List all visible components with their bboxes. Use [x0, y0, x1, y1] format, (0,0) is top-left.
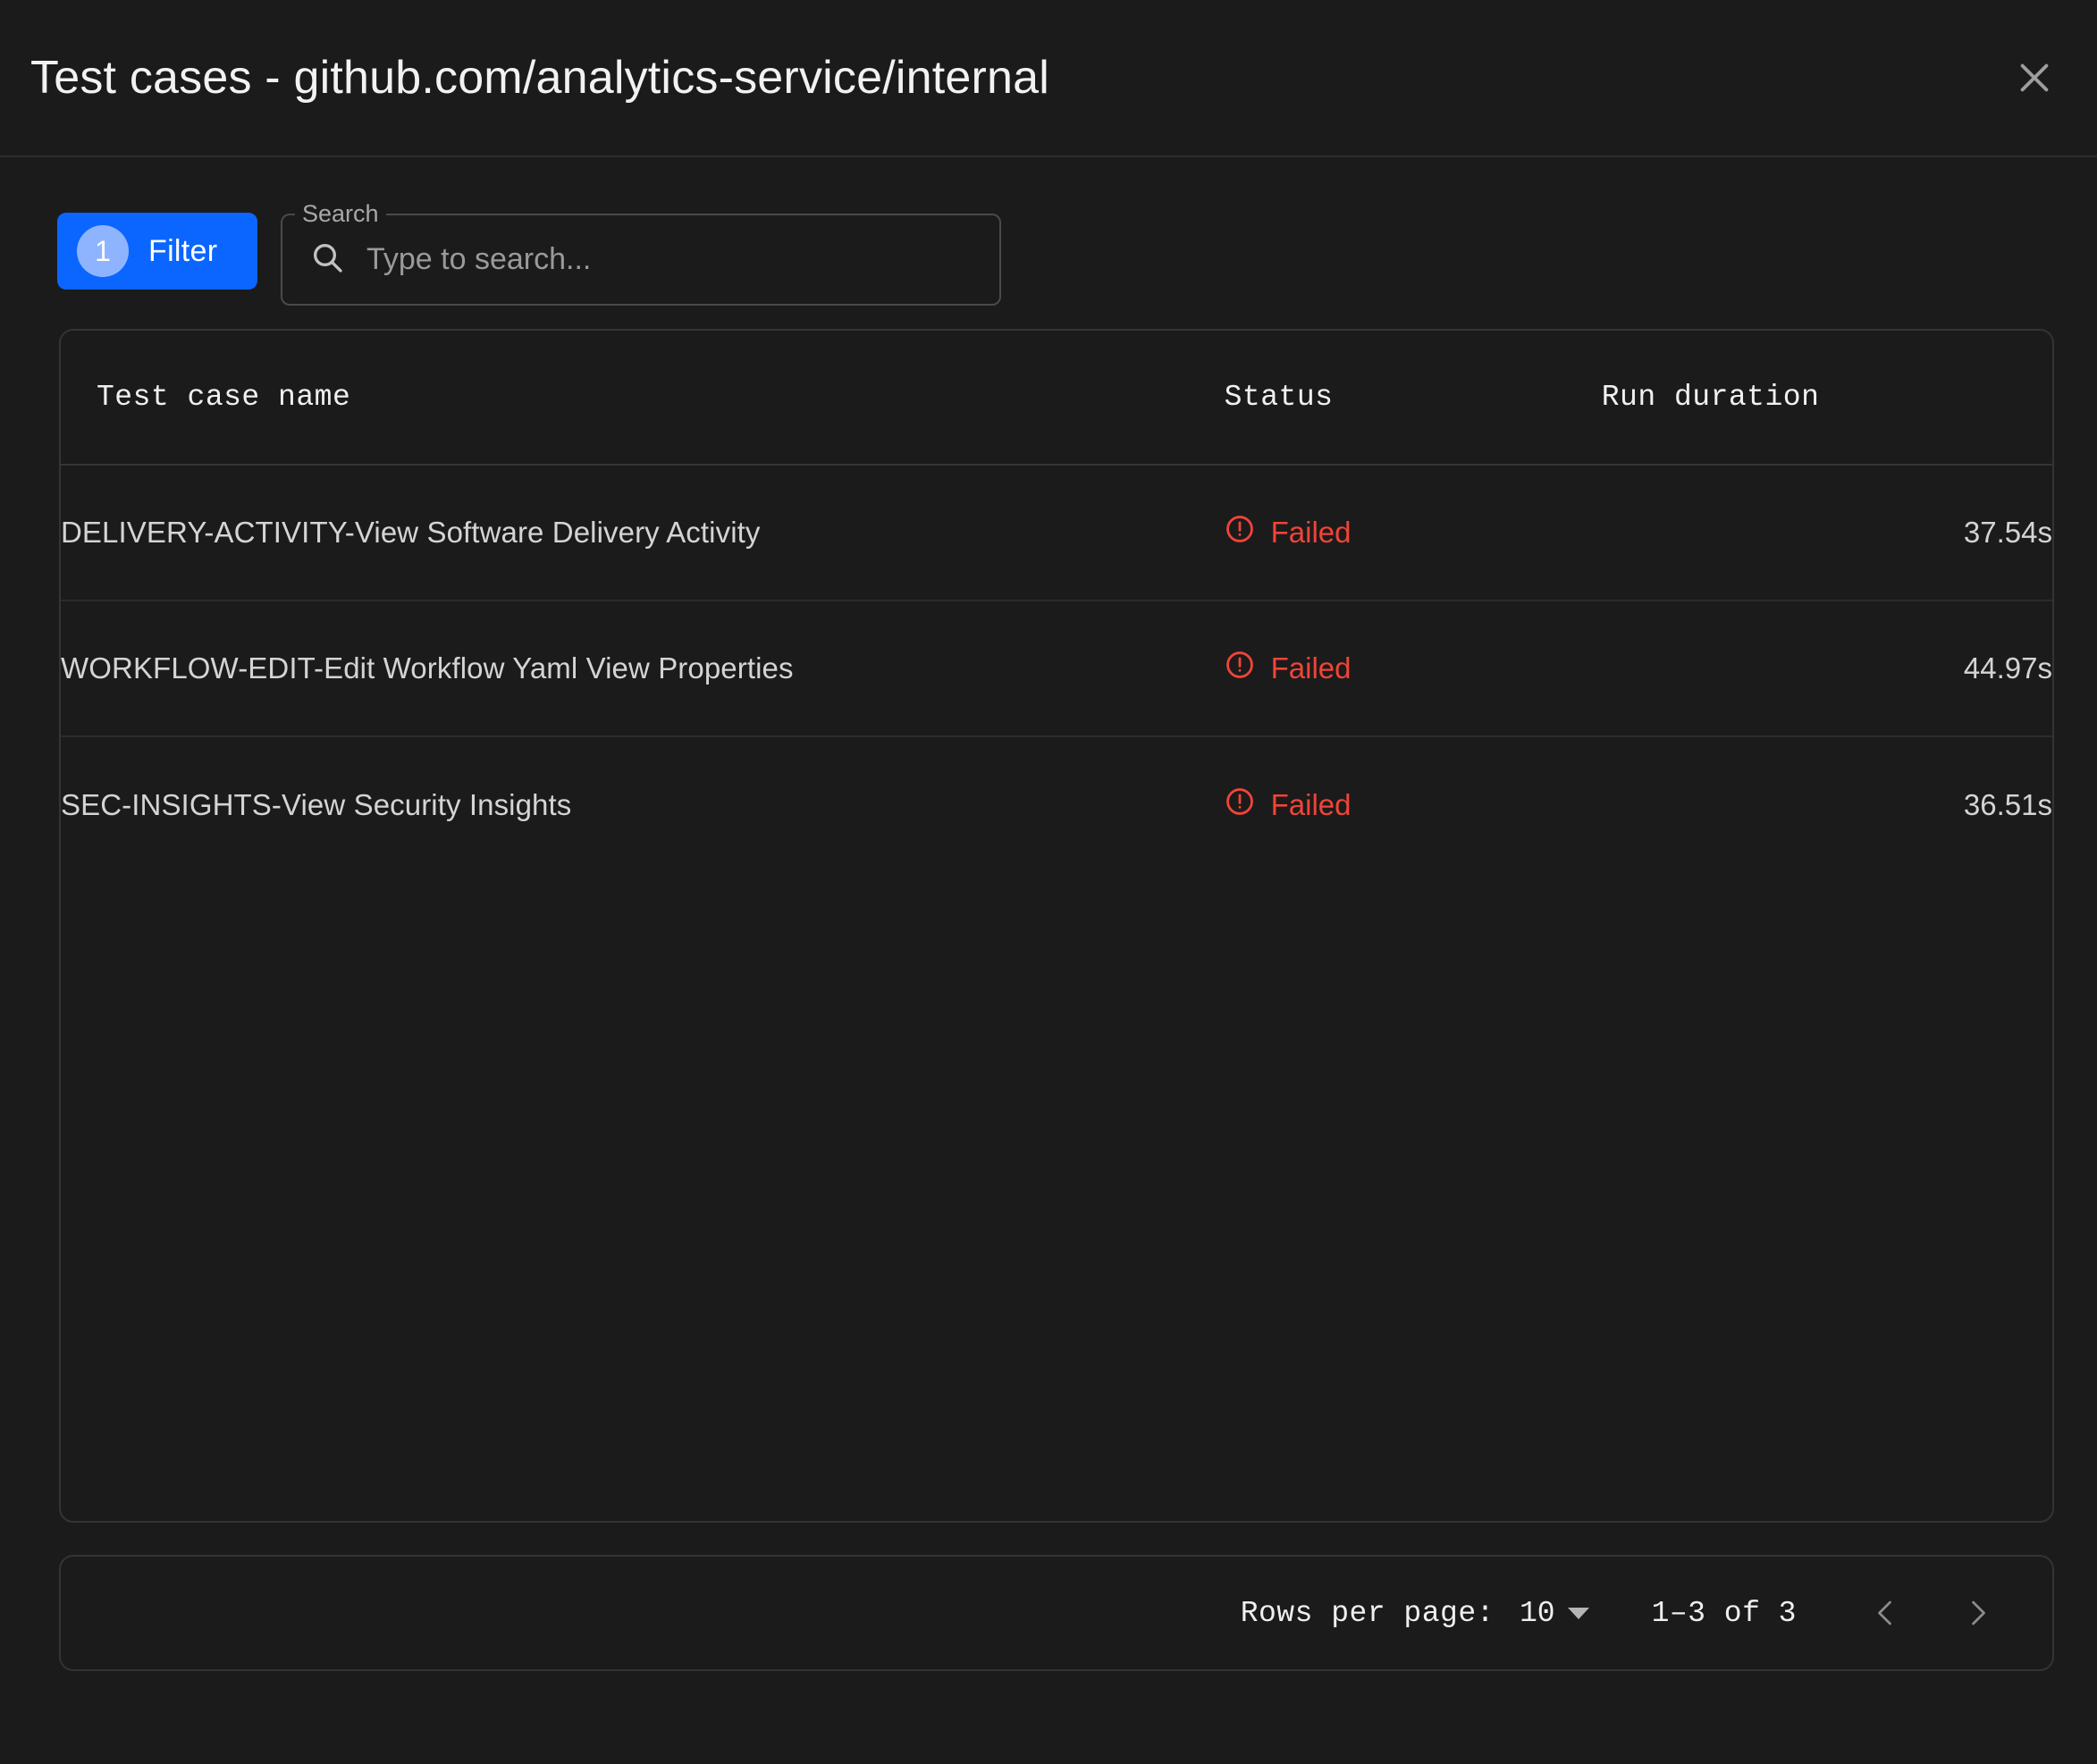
- test-cases-table-card: Test case name Status Run duration DELIV…: [59, 329, 2054, 1523]
- search-field: Search: [281, 213, 1001, 306]
- cell-test-case-name: WORKFLOW-EDIT-Edit Workflow Yaml View Pr…: [61, 601, 1225, 736]
- status-badge: Failed: [1271, 651, 1352, 685]
- chevron-down-icon: [1568, 1608, 1589, 1619]
- filter-count-badge: 1: [77, 225, 129, 277]
- search-input[interactable]: [366, 242, 976, 277]
- previous-page-button[interactable]: [1854, 1581, 1918, 1645]
- dialog-header: Test cases - github.com/analytics-servic…: [0, 0, 2097, 157]
- pagination-bar: Rows per page: 10 1–3 of 3: [59, 1555, 2054, 1671]
- status-badge: Failed: [1271, 516, 1352, 550]
- test-cases-dialog: Test cases - github.com/analytics-servic…: [0, 0, 2097, 1764]
- close-icon: [2014, 57, 2055, 98]
- table-head: Test case name Status Run duration: [61, 331, 2052, 465]
- cell-test-case-name: DELIVERY-ACTIVITY-View Software Delivery…: [61, 465, 1225, 601]
- page-title: Test cases - github.com/analytics-servic…: [30, 50, 1049, 105]
- view-log-link[interactable]: View log: [2052, 651, 2054, 685]
- test-cases-table: Test case name Status Run duration DELIV…: [61, 331, 2052, 872]
- column-header-status[interactable]: Status: [1225, 331, 1602, 465]
- view-log-link[interactable]: View log: [2052, 516, 2054, 549]
- rows-per-page-value: 10: [1520, 1597, 1555, 1630]
- chevron-left-icon: [1870, 1597, 1902, 1629]
- pagination-range-label: 1–3 of 3: [1652, 1597, 1797, 1630]
- filter-button-label: Filter: [148, 234, 217, 269]
- cell-status: Failed: [1225, 465, 1602, 601]
- close-button[interactable]: [2000, 44, 2068, 112]
- chevron-right-icon: [1961, 1597, 1993, 1629]
- table-body: DELIVERY-ACTIVITY-View Software Delivery…: [61, 465, 2052, 872]
- toolbar: 1 Filter Search: [0, 157, 2097, 309]
- cell-status: Failed: [1225, 736, 1602, 872]
- cell-run-duration: 37.54s: [1602, 465, 2052, 601]
- next-page-button[interactable]: [1945, 1581, 2009, 1645]
- error-circle-icon: [1225, 514, 1255, 551]
- cell-test-case-name: SEC-INSIGHTS-View Security Insights: [61, 736, 1225, 872]
- status-badge: Failed: [1271, 788, 1352, 822]
- filter-button[interactable]: 1 Filter: [57, 213, 257, 290]
- column-header-duration[interactable]: Run duration: [1602, 331, 2052, 465]
- rows-per-page-select[interactable]: 10: [1520, 1597, 1589, 1630]
- search-inner: [281, 213, 1001, 306]
- cell-status: Failed: [1225, 601, 1602, 736]
- search-icon: [309, 239, 345, 280]
- cell-run-duration: 36.51s: [1602, 736, 2052, 872]
- cell-run-duration: 44.97s: [1602, 601, 2052, 736]
- error-circle-icon: [1225, 650, 1255, 687]
- column-header-name[interactable]: Test case name: [61, 331, 1225, 465]
- error-circle-icon: [1225, 786, 1255, 824]
- table-row[interactable]: WORKFLOW-EDIT-Edit Workflow Yaml View Pr…: [61, 601, 2052, 736]
- table-header-row: Test case name Status Run duration: [61, 331, 2052, 465]
- rows-per-page-label: Rows per page:: [1241, 1597, 1495, 1630]
- page-nav: [1854, 1581, 2009, 1645]
- table-row[interactable]: DELIVERY-ACTIVITY-View Software Delivery…: [61, 465, 2052, 601]
- view-log-link[interactable]: View log: [2052, 788, 2054, 821]
- table-row[interactable]: SEC-INSIGHTS-View Security Insights Fail…: [61, 736, 2052, 872]
